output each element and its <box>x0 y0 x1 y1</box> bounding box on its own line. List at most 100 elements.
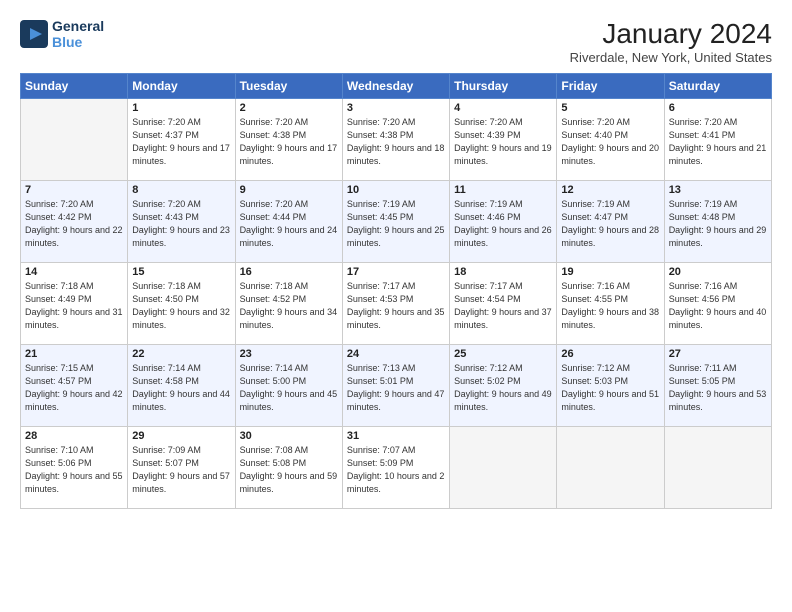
day-info: Sunrise: 7:19 AMSunset: 4:48 PMDaylight:… <box>669 198 767 250</box>
day-info: Sunrise: 7:19 AMSunset: 4:46 PMDaylight:… <box>454 198 552 250</box>
day-info: Sunrise: 7:18 AMSunset: 4:49 PMDaylight:… <box>25 280 123 332</box>
day-number: 29 <box>132 430 230 442</box>
day-info: Sunrise: 7:16 AMSunset: 4:55 PMDaylight:… <box>561 280 659 332</box>
day-info: Sunrise: 7:20 AMSunset: 4:40 PMDaylight:… <box>561 116 659 168</box>
header-day-sunday: Sunday <box>21 74 128 99</box>
day-info: Sunrise: 7:08 AMSunset: 5:08 PMDaylight:… <box>240 444 338 496</box>
day-number: 12 <box>561 184 659 196</box>
calendar-day-cell: 9Sunrise: 7:20 AMSunset: 4:44 PMDaylight… <box>235 181 342 263</box>
day-number: 31 <box>347 430 445 442</box>
day-info: Sunrise: 7:18 AMSunset: 4:50 PMDaylight:… <box>132 280 230 332</box>
calendar-day-cell: 15 Sunrise: 7:18 AMSunset: 4:50 PMDayligh… <box>128 263 235 345</box>
day-info: Sunrise: 7:19 AMSunset: 4:45 PMDaylight:… <box>347 198 445 250</box>
calendar-day-cell: 22 Sunrise: 7:14 AMSunset: 4:58 PMDayligh… <box>128 345 235 427</box>
day-number: 5 <box>561 102 659 114</box>
day-number: 10 <box>347 184 445 196</box>
calendar-day-cell <box>21 99 128 181</box>
calendar-day-cell: 10 Sunrise: 7:19 AMSunset: 4:45 PMDayligh… <box>342 181 449 263</box>
logo-text: General Blue <box>52 18 104 50</box>
day-number: 17 <box>347 266 445 278</box>
calendar-day-cell: 21Sunrise: 7:15 AMSunset: 4:57 PMDayligh… <box>21 345 128 427</box>
calendar-week-row: 7 Sunrise: 7:20 AMSunset: 4:42 PMDaylight… <box>21 181 772 263</box>
day-number: 14 <box>25 266 123 278</box>
day-number: 25 <box>454 348 552 360</box>
calendar-day-cell: 2 Sunrise: 7:20 AMSunset: 4:38 PMDaylight… <box>235 99 342 181</box>
calendar-day-cell: 18Sunrise: 7:17 AMSunset: 4:54 PMDayligh… <box>450 263 557 345</box>
day-info: Sunrise: 7:20 AMSunset: 4:38 PMDaylight:… <box>347 116 445 168</box>
calendar-day-cell: 29 Sunrise: 7:09 AMSunset: 5:07 PMDayligh… <box>128 427 235 509</box>
calendar-day-cell: 16 Sunrise: 7:18 AMSunset: 4:52 PMDayligh… <box>235 263 342 345</box>
day-info: Sunrise: 7:18 AMSunset: 4:52 PMDaylight:… <box>240 280 338 332</box>
calendar-day-cell: 3 Sunrise: 7:20 AMSunset: 4:38 PMDaylight… <box>342 99 449 181</box>
calendar-page: General Blue January 2024 Riverdale, New… <box>0 0 792 612</box>
calendar-day-cell: 5 Sunrise: 7:20 AMSunset: 4:40 PMDaylight… <box>557 99 664 181</box>
day-number: 8 <box>132 184 230 196</box>
calendar-day-cell: 12 Sunrise: 7:19 AMSunset: 4:47 PMDayligh… <box>557 181 664 263</box>
day-number: 9 <box>240 184 338 196</box>
header-day-wednesday: Wednesday <box>342 74 449 99</box>
calendar-day-cell: 24Sunrise: 7:13 AMSunset: 5:01 PMDayligh… <box>342 345 449 427</box>
calendar-week-row: 21Sunrise: 7:15 AMSunset: 4:57 PMDayligh… <box>21 345 772 427</box>
day-info: Sunrise: 7:10 AMSunset: 5:06 PMDaylight:… <box>25 444 123 496</box>
logo-icon <box>20 20 48 48</box>
calendar-day-cell <box>664 427 771 509</box>
day-number: 21 <box>25 348 123 360</box>
calendar-day-cell: 17 Sunrise: 7:17 AMSunset: 4:53 PMDayligh… <box>342 263 449 345</box>
calendar-day-cell <box>557 427 664 509</box>
day-number: 3 <box>347 102 445 114</box>
title-block: January 2024 Riverdale, New York, United… <box>570 18 772 65</box>
calendar-day-cell: 8 Sunrise: 7:20 AMSunset: 4:43 PMDaylight… <box>128 181 235 263</box>
calendar-week-row: 28 Sunrise: 7:10 AMSunset: 5:06 PMDayligh… <box>21 427 772 509</box>
calendar-day-cell: 30 Sunrise: 7:08 AMSunset: 5:08 PMDayligh… <box>235 427 342 509</box>
day-info: Sunrise: 7:20 AMSunset: 4:38 PMDaylight:… <box>240 116 338 168</box>
calendar-week-row: 14 Sunrise: 7:18 AMSunset: 4:49 PMDayligh… <box>21 263 772 345</box>
day-info: Sunrise: 7:20 AMSunset: 4:42 PMDaylight:… <box>25 198 123 250</box>
day-info: Sunrise: 7:20 AMSunset: 4:37 PMDaylight:… <box>132 116 230 168</box>
calendar-subtitle: Riverdale, New York, United States <box>570 50 772 65</box>
header-day-monday: Monday <box>128 74 235 99</box>
header-day-saturday: Saturday <box>664 74 771 99</box>
calendar-day-cell <box>450 427 557 509</box>
day-number: 20 <box>669 266 767 278</box>
calendar-week-row: 1 Sunrise: 7:20 AMSunset: 4:37 PMDaylight… <box>21 99 772 181</box>
day-info: Sunrise: 7:14 AMSunset: 4:58 PMDaylight:… <box>132 362 230 414</box>
calendar-day-cell: 6Sunrise: 7:20 AMSunset: 4:41 PMDaylight… <box>664 99 771 181</box>
day-number: 15 <box>132 266 230 278</box>
calendar-day-cell: 7 Sunrise: 7:20 AMSunset: 4:42 PMDaylight… <box>21 181 128 263</box>
day-info: Sunrise: 7:20 AMSunset: 4:39 PMDaylight:… <box>454 116 552 168</box>
header-day-tuesday: Tuesday <box>235 74 342 99</box>
day-number: 26 <box>561 348 659 360</box>
day-number: 6 <box>669 102 767 114</box>
day-number: 28 <box>25 430 123 442</box>
calendar-day-cell: 31 Sunrise: 7:07 AMSunset: 5:09 PMDayligh… <box>342 427 449 509</box>
header-day-friday: Friday <box>557 74 664 99</box>
day-info: Sunrise: 7:11 AMSunset: 5:05 PMDaylight:… <box>669 362 767 414</box>
day-info: Sunrise: 7:13 AMSunset: 5:01 PMDaylight:… <box>347 362 445 414</box>
day-info: Sunrise: 7:20 AMSunset: 4:43 PMDaylight:… <box>132 198 230 250</box>
day-info: Sunrise: 7:17 AMSunset: 4:53 PMDaylight:… <box>347 280 445 332</box>
day-number: 4 <box>454 102 552 114</box>
day-number: 22 <box>132 348 230 360</box>
day-number: 7 <box>25 184 123 196</box>
day-number: 1 <box>132 102 230 114</box>
day-info: Sunrise: 7:19 AMSunset: 4:47 PMDaylight:… <box>561 198 659 250</box>
day-info: Sunrise: 7:09 AMSunset: 5:07 PMDaylight:… <box>132 444 230 496</box>
day-info: Sunrise: 7:07 AMSunset: 5:09 PMDaylight:… <box>347 444 445 496</box>
calendar-day-cell: 26 Sunrise: 7:12 AMSunset: 5:03 PMDayligh… <box>557 345 664 427</box>
calendar-day-cell: 25 Sunrise: 7:12 AMSunset: 5:02 PMDayligh… <box>450 345 557 427</box>
calendar-day-cell: 14 Sunrise: 7:18 AMSunset: 4:49 PMDayligh… <box>21 263 128 345</box>
header-day-thursday: Thursday <box>450 74 557 99</box>
day-info: Sunrise: 7:16 AMSunset: 4:56 PMDaylight:… <box>669 280 767 332</box>
day-info: Sunrise: 7:12 AMSunset: 5:02 PMDaylight:… <box>454 362 552 414</box>
day-info: Sunrise: 7:14 AMSunset: 5:00 PMDaylight:… <box>240 362 338 414</box>
day-number: 23 <box>240 348 338 360</box>
day-number: 2 <box>240 102 338 114</box>
calendar-day-cell: 11Sunrise: 7:19 AMSunset: 4:46 PMDayligh… <box>450 181 557 263</box>
calendar-title: January 2024 <box>570 18 772 50</box>
day-number: 16 <box>240 266 338 278</box>
calendar-table: SundayMondayTuesdayWednesdayThursdayFrid… <box>20 73 772 509</box>
calendar-day-cell: 19Sunrise: 7:16 AMSunset: 4:55 PMDayligh… <box>557 263 664 345</box>
day-info: Sunrise: 7:12 AMSunset: 5:03 PMDaylight:… <box>561 362 659 414</box>
day-number: 30 <box>240 430 338 442</box>
calendar-day-cell: 27Sunrise: 7:11 AMSunset: 5:05 PMDayligh… <box>664 345 771 427</box>
